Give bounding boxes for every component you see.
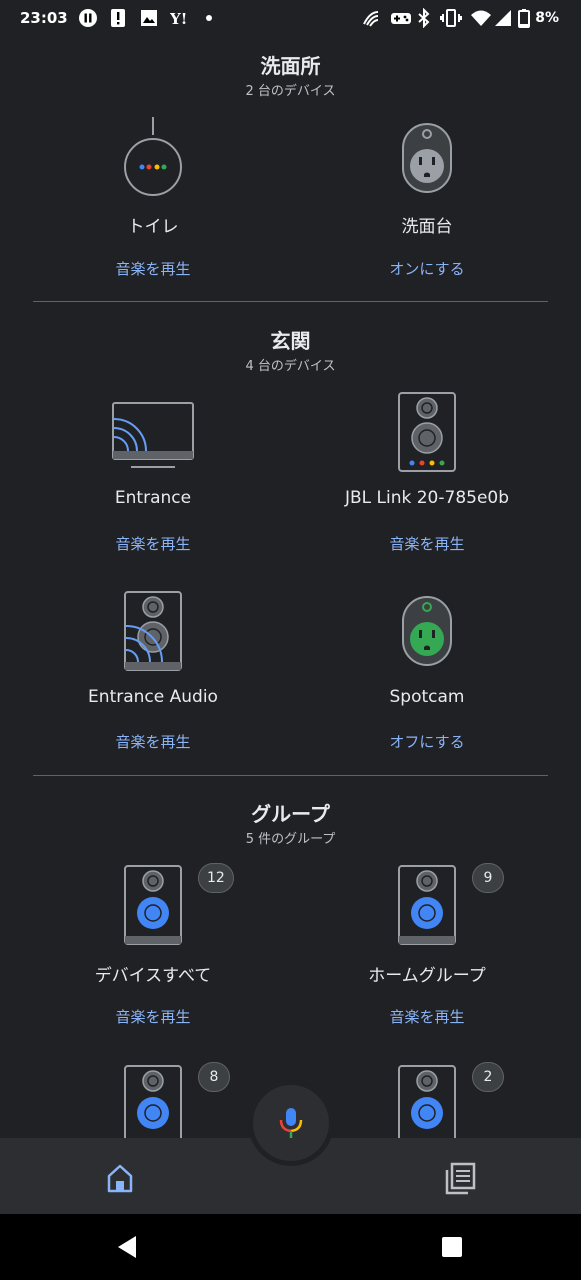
- yahoo-icon: Y!: [170, 10, 187, 28]
- device-name: トイレ: [127, 217, 179, 237]
- device-action-link[interactable]: 音楽を再生: [28, 533, 278, 554]
- cast-tv-icon: [112, 402, 194, 468]
- back-icon[interactable]: [116, 1234, 140, 1260]
- device-count-badge: 2: [472, 1062, 504, 1092]
- nav-feed[interactable]: [440, 1158, 480, 1198]
- battery-percent: 8%: [535, 10, 559, 26]
- image-icon: [141, 10, 157, 26]
- device-action-link[interactable]: 音楽を再生: [302, 533, 552, 554]
- device-card[interactable]: Entrance 音楽を再生: [28, 385, 278, 565]
- section-subtitle: 5 件のグループ: [245, 832, 336, 847]
- smart-plug-on-icon: [402, 596, 452, 666]
- cast-speaker-icon: [124, 591, 182, 671]
- device-action-link[interactable]: 音楽を再生: [302, 1006, 552, 1027]
- device-action-link[interactable]: オフにする: [302, 731, 552, 752]
- alert-icon: [111, 9, 125, 27]
- device-card[interactable]: Entrance Audio 音楽を再生: [28, 585, 278, 765]
- signal-icon: [495, 10, 511, 26]
- battery-icon: [518, 9, 530, 28]
- dot-icon: [206, 15, 212, 21]
- device-card[interactable]: JBL Link 20-785e0b 音楽を再生: [302, 385, 552, 565]
- speaker-group-icon: [124, 1065, 182, 1140]
- section-subtitle: 4 台のデバイス: [245, 359, 336, 374]
- device-card[interactable]: トイレ 音楽を再生: [28, 110, 278, 290]
- svg-text:Y!: Y!: [170, 10, 187, 28]
- section-title: 玄関: [270, 329, 311, 353]
- status-time: 23:03: [20, 9, 68, 27]
- section-title: 洗面所: [260, 54, 321, 78]
- device-name: ホームグループ: [368, 966, 486, 986]
- device-action-link[interactable]: 音楽を再生: [28, 731, 278, 752]
- nfc-icon: [363, 11, 379, 27]
- bluetooth-icon: [418, 8, 430, 28]
- device-card[interactable]: 12 デバイスすべて 音楽を再生: [28, 860, 278, 1040]
- device-name: Spotcam: [389, 687, 465, 707]
- device-name: Entrance Audio: [88, 687, 218, 707]
- device-card[interactable]: 洗面台 オンにする: [302, 110, 552, 290]
- device-name: デバイスすべて: [94, 966, 212, 986]
- system-navigation-bar: [0, 1214, 581, 1280]
- status-bar: 23:03 Y! 8%: [0, 0, 581, 38]
- home-icon: [107, 1164, 133, 1193]
- google-nest-mini-icon: [124, 117, 182, 196]
- device-card[interactable]: 8: [28, 1060, 278, 1140]
- device-action-link[interactable]: オンにする: [302, 258, 552, 279]
- google-assistant-mic-icon: [279, 1108, 303, 1138]
- speaker-group-icon: [398, 865, 456, 945]
- vibrate-icon: [440, 9, 462, 27]
- feed-icon: [445, 1162, 476, 1195]
- section-title: グループ: [251, 802, 330, 826]
- device-count-badge: 12: [198, 863, 234, 893]
- device-card[interactable]: Spotcam オフにする: [302, 585, 552, 765]
- device-count-badge: 9: [472, 863, 504, 893]
- device-action-link[interactable]: 音楽を再生: [28, 258, 278, 279]
- speaker-group-icon: [124, 865, 182, 945]
- device-card[interactable]: 9 ホームグループ 音楽を再生: [302, 860, 552, 1040]
- speaker-group-icon: [398, 1065, 456, 1140]
- assistant-mic-button[interactable]: [248, 1080, 334, 1166]
- smart-plug-off-icon: [402, 123, 452, 193]
- device-name: 洗面台: [401, 217, 453, 237]
- section-subtitle: 2 台のデバイス: [245, 84, 336, 99]
- gamepad-icon: [391, 13, 411, 24]
- section-divider: [33, 301, 548, 302]
- nav-home[interactable]: [100, 1158, 140, 1198]
- section-divider: [33, 775, 548, 776]
- pause-circle-icon: [79, 9, 97, 27]
- device-count-badge: 8: [198, 1062, 230, 1092]
- device-name: JBL Link 20-785e0b: [344, 488, 510, 508]
- smart-speaker-icon: [398, 392, 456, 472]
- recents-icon[interactable]: [441, 1236, 463, 1258]
- device-name: Entrance: [114, 488, 192, 508]
- device-action-link[interactable]: 音楽を再生: [28, 1006, 278, 1027]
- assistant-mic-inner: [253, 1085, 329, 1161]
- wifi-icon: [471, 10, 491, 26]
- device-card[interactable]: 2: [302, 1060, 552, 1140]
